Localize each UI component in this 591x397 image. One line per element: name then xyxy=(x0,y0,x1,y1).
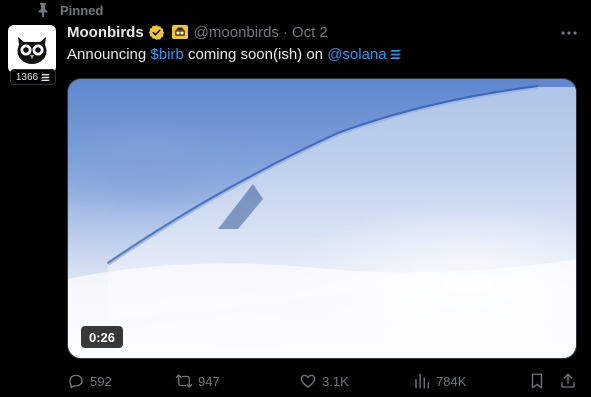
views-chart-icon xyxy=(415,373,430,389)
views-count: 784K xyxy=(436,373,467,389)
video-duration: 0:26 xyxy=(81,326,124,348)
video-thumbnail xyxy=(68,85,576,358)
avatar-badge-count: 1366 xyxy=(15,71,39,83)
reply-icon xyxy=(69,374,83,389)
pinned-label: Pinned xyxy=(60,2,104,18)
more-dots-icon xyxy=(561,31,577,35)
avatar-badge: 1366 xyxy=(10,69,56,85)
tweet-header: Moonbirds @moonbirds · Oct 2 xyxy=(67,21,328,43)
avatar[interactable] xyxy=(8,25,56,73)
tweet-text-middle: coming soon(ish) on xyxy=(187,46,324,63)
solana-icon xyxy=(389,50,401,59)
repost-icon xyxy=(175,374,193,388)
bookmark-button[interactable] xyxy=(528,370,546,392)
like-button[interactable]: 3.1K xyxy=(299,370,349,392)
author-display-name[interactable]: Moonbirds xyxy=(67,24,144,41)
reply-button[interactable]: 592 xyxy=(67,370,112,392)
more-options-button[interactable] xyxy=(555,22,583,44)
bookmark-icon xyxy=(531,373,543,389)
affiliate-badge-icon[interactable] xyxy=(171,25,188,39)
repost-button[interactable]: 947 xyxy=(175,370,220,392)
header-separator: · xyxy=(282,23,288,41)
reply-count: 592 xyxy=(90,373,112,389)
tweet-text-intro: Announcing xyxy=(67,46,147,63)
heart-icon xyxy=(300,374,316,388)
cashtag-link[interactable]: $birb xyxy=(150,46,183,63)
solana-icon xyxy=(41,73,51,81)
tweet-date[interactable]: Oct 2 xyxy=(292,24,328,41)
verified-badge-icon[interactable] xyxy=(148,23,166,41)
tweet-text: Announcing $birb coming soon(ish) on @so… xyxy=(67,46,401,63)
moonbird-owl-icon xyxy=(17,37,47,64)
pin-icon xyxy=(36,2,50,18)
share-button[interactable] xyxy=(559,370,577,392)
views-button[interactable]: 784K xyxy=(413,370,466,392)
mention-link[interactable]: @solana xyxy=(327,46,386,63)
author-handle[interactable]: @moonbirds xyxy=(194,24,279,41)
repost-count: 947 xyxy=(198,373,220,389)
tweet-actions-bar: 592 947 3.1K 784K xyxy=(67,370,579,392)
video-player[interactable]: 0:26 xyxy=(67,78,577,359)
pinned-indicator: Pinned xyxy=(36,1,103,19)
like-count: 3.1K xyxy=(322,373,349,389)
share-icon xyxy=(561,373,575,388)
